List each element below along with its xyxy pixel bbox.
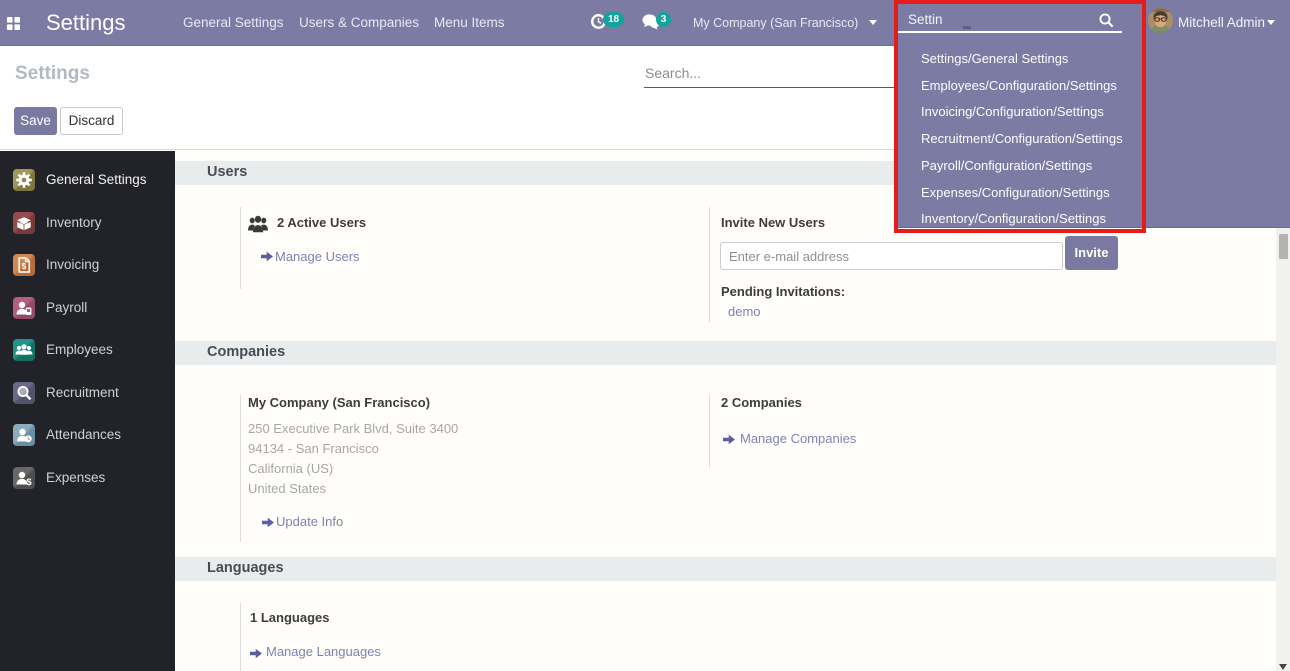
svg-text:$: $	[26, 477, 32, 488]
svg-text:$: $	[22, 262, 27, 271]
